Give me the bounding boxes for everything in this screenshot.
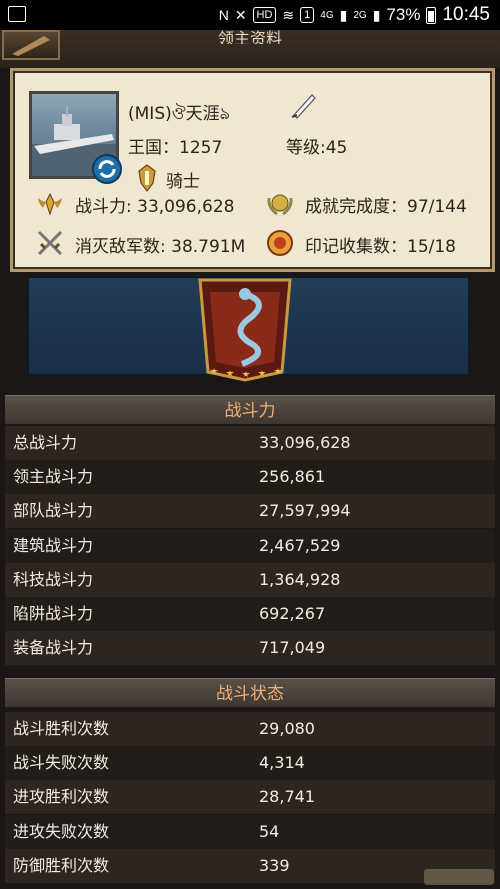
- table-row: 装备战斗力 717,049: [5, 631, 495, 666]
- back-arrow-icon: [12, 36, 50, 56]
- table-row: 战斗失败次数 4,314: [5, 746, 495, 781]
- refresh-icon[interactable]: [91, 153, 123, 185]
- achievement-laurel-icon: [267, 194, 293, 216]
- table-row: 科技战斗力 1,364,928: [5, 562, 495, 597]
- power-stat: 战斗力: 33,096,628: [75, 197, 235, 217]
- row-label: 防御胜利次数: [13, 855, 110, 875]
- row-value: 692,267: [259, 604, 326, 623]
- player-name: (MIS)ঔ天涯ঌ: [128, 104, 230, 124]
- kingdom-label: 王国：1257: [128, 138, 223, 158]
- seal-medal-icon: [267, 230, 293, 256]
- power-wings-icon: [38, 192, 62, 216]
- table-row: 陷阱战斗力 692,267: [5, 597, 495, 631]
- row-label: 总战斗力: [13, 433, 78, 452]
- level-label: 等级:45: [286, 138, 348, 158]
- row-value: 54: [259, 821, 280, 841]
- table-row: 防御胜利次数 339: [5, 848, 495, 883]
- table-row: 部队战斗力 27,597,994: [5, 494, 495, 529]
- achievement-stat: 成就完成度：97/144: [305, 197, 467, 217]
- profile-card: (MIS)ঔ天涯ঌ 王国：1257 等级:45 骑士 战斗力: 33,096,6…: [10, 68, 495, 272]
- quill-edit-icon[interactable]: [288, 91, 318, 121]
- status-indicators: N ✕ HD ≋ 1 4G ▮ 2G ▮ 73% 10:45: [219, 4, 490, 26]
- row-label: 陷阱战斗力: [13, 604, 94, 623]
- knight-rank-icon: [138, 164, 156, 192]
- nfc-icon: N: [218, 7, 229, 23]
- row-value: 28,741: [259, 787, 315, 807]
- battery-icon: [426, 6, 437, 24]
- wifi-icon: ≋: [282, 6, 295, 23]
- table-row: 进攻失败次数 54: [5, 814, 495, 849]
- table-row: 建筑战斗力 2,467,529: [5, 528, 495, 563]
- row-label: 建筑战斗力: [13, 535, 94, 555]
- hd-badge: HD: [252, 7, 277, 23]
- row-label: 领主战斗力: [13, 467, 94, 487]
- kills-stat: 消灭敌军数: 38.791M: [75, 237, 246, 257]
- serpent-emblem-icon[interactable]: [190, 272, 300, 384]
- seals-stat: 印记收集数：15/18: [305, 237, 456, 257]
- back-button[interactable]: [2, 30, 60, 60]
- row-value: 717,049: [259, 638, 326, 658]
- notification-icons: [8, 6, 26, 22]
- row-value: 1,364,928: [259, 569, 341, 589]
- row-label: 部队战斗力: [13, 501, 94, 521]
- table-row: 进攻胜利次数 28,741: [5, 780, 495, 815]
- row-value: 33,096,628: [259, 433, 351, 452]
- battle-section-header: 战斗状态: [5, 678, 495, 708]
- signal2-icon: ▮: [372, 6, 381, 23]
- row-label: 战斗胜利次数: [13, 719, 110, 738]
- row-value: 2,467,529: [259, 535, 341, 555]
- sim-badge: 1: [300, 7, 315, 23]
- row-label: 进攻胜利次数: [13, 787, 110, 807]
- signal-icon: ▮: [339, 6, 348, 23]
- power-section-header: 战斗力: [5, 395, 495, 425]
- mute-icon: ✕: [234, 6, 247, 23]
- table-row: 战斗胜利次数 29,080: [5, 712, 495, 746]
- table-row: 领主战斗力 256,861: [5, 460, 495, 495]
- status-bar: N ✕ HD ≋ 1 4G ▮ 2G ▮ 73% 10:45: [0, 0, 500, 30]
- row-value: 4,314: [259, 753, 305, 773]
- clock: 10:45: [442, 4, 490, 25]
- network-label: 4G: [320, 9, 334, 21]
- row-value: 256,861: [259, 467, 326, 487]
- table-row: 总战斗力 33,096,628: [5, 426, 495, 460]
- page-title: 领主资料: [217, 30, 282, 44]
- row-label: 装备战斗力: [13, 638, 94, 658]
- rank-label: 骑士: [166, 172, 200, 192]
- row-value: 29,080: [259, 719, 315, 738]
- battery-percent: 73%: [386, 5, 421, 24]
- crossed-swords-icon: [37, 230, 63, 256]
- row-label: 进攻失败次数: [13, 821, 110, 841]
- row-value: 27,597,994: [259, 501, 351, 521]
- image-notification-icon: [8, 6, 26, 22]
- network2-label: 2G: [353, 9, 367, 21]
- watermark: [424, 869, 494, 885]
- row-label: 战斗失败次数: [13, 753, 110, 773]
- row-label: 科技战斗力: [13, 569, 94, 589]
- row-value: 339: [259, 855, 290, 875]
